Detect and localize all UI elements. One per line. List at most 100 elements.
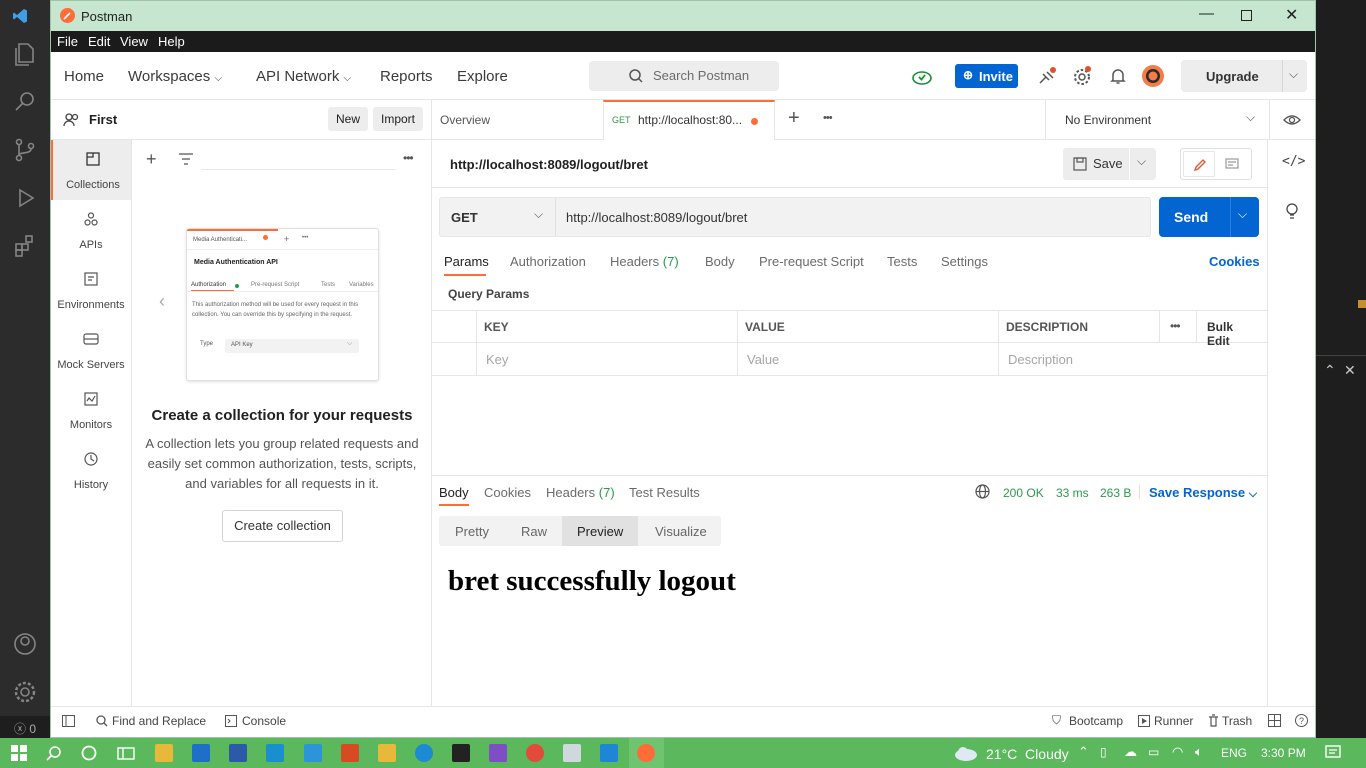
visual-studio-icon[interactable] <box>489 744 507 762</box>
rail-history[interactable]: History <box>51 440 131 500</box>
tab-settings[interactable]: Settings <box>941 254 988 269</box>
rail-collections[interactable]: Collections <box>51 140 131 200</box>
upgrade-button[interactable]: Upgrade ⌵ <box>1181 60 1307 92</box>
layout-icon[interactable] <box>1268 714 1281 727</box>
run-debug-icon[interactable] <box>11 184 39 212</box>
clock[interactable]: 3:30 PM <box>1261 746 1306 760</box>
trash-button[interactable]: Trash <box>1222 714 1252 728</box>
search-icon[interactable] <box>46 745 62 761</box>
tab-body[interactable]: Body <box>705 254 735 269</box>
nav-reports[interactable]: Reports <box>380 68 433 85</box>
menu-view[interactable]: View <box>120 34 148 49</box>
notifications-icon[interactable] <box>1325 745 1341 761</box>
wifi-icon[interactable]: ◠ <box>1172 744 1183 760</box>
chevron-down-icon[interactable]: ⌵ <box>1289 67 1298 82</box>
search-box[interactable]: Search Postman <box>589 61 779 91</box>
windows-start-icon[interactable] <box>11 745 27 761</box>
rail-monitors[interactable]: Monitors <box>51 380 131 440</box>
view-visualize[interactable]: Visualize <box>655 524 707 539</box>
menu-help[interactable]: Help <box>158 34 185 49</box>
explorer-icon[interactable] <box>11 40 39 68</box>
chevron-left-icon[interactable]: ‹ <box>159 291 165 312</box>
edge-browser-icon[interactable] <box>415 744 433 762</box>
pycharm-icon[interactable] <box>452 744 470 762</box>
response-tab-body[interactable]: Body <box>439 485 469 500</box>
send-button[interactable]: Send ⌵ <box>1159 197 1259 237</box>
app-icon[interactable] <box>266 744 284 762</box>
save-options-button[interactable]: ⌵ <box>1130 148 1156 180</box>
import-button[interactable]: Import <box>373 107 423 131</box>
environment-select[interactable]: No Environment <box>1065 113 1151 127</box>
response-time[interactable]: 33 ms <box>1056 486 1089 500</box>
source-control-icon[interactable] <box>11 136 39 164</box>
close-window-button[interactable]: ✕ <box>1285 5 1298 25</box>
avatar[interactable] <box>1142 65 1164 87</box>
more-options-icon[interactable]: ••• <box>403 151 414 165</box>
chevron-down-icon[interactable]: ⌵ <box>1246 110 1255 125</box>
problems-count[interactable]: ⓧ 0 <box>14 720 36 737</box>
response-size[interactable]: 263 B <box>1100 486 1131 500</box>
filter-icon[interactable] <box>179 153 193 165</box>
volume-icon[interactable]: 🔈︎ <box>1195 744 1203 760</box>
collection-search-input[interactable] <box>201 150 395 170</box>
menu-file[interactable]: File <box>57 34 78 49</box>
minimize-button[interactable]: — <box>1199 5 1214 22</box>
cloud-sync-icon[interactable] <box>911 66 933 86</box>
notepad-icon[interactable] <box>563 744 581 762</box>
settings-gear-icon[interactable] <box>11 678 39 706</box>
new-tab-icon[interactable]: + <box>788 107 800 130</box>
tab-active-request[interactable]: GET http://localhost:80... <box>603 100 775 140</box>
bulk-edit-button[interactable]: Bulk Edit <box>1197 310 1267 348</box>
method-select[interactable]: GET <box>451 210 478 225</box>
onedrive-icon[interactable]: ☁ <box>1124 744 1137 760</box>
key-input[interactable]: Key <box>477 343 738 376</box>
chevron-up-icon[interactable]: ⌃ <box>1324 362 1336 379</box>
lightbulb-icon[interactable] <box>1284 202 1300 220</box>
chevron-up-icon[interactable]: ⌃ <box>1078 744 1089 760</box>
console-button[interactable]: Console <box>242 714 286 728</box>
add-collection-icon[interactable]: + <box>146 149 157 170</box>
view-raw[interactable]: Raw <box>521 524 547 539</box>
cortana-icon[interactable] <box>81 745 97 761</box>
maximize-button[interactable] <box>1241 10 1252 21</box>
rail-apis[interactable]: APIs <box>51 200 131 260</box>
save-response-button[interactable]: Save Response ⌵ <box>1149 485 1257 501</box>
response-tab-cookies[interactable]: Cookies <box>484 485 531 500</box>
globe-icon[interactable] <box>975 484 990 499</box>
nav-explore[interactable]: Explore <box>457 68 508 85</box>
edit-docs-button[interactable] <box>1183 151 1215 177</box>
row-checkbox[interactable] <box>432 343 477 376</box>
extensions-icon[interactable] <box>11 232 39 260</box>
menu-edit[interactable]: Edit <box>88 34 110 49</box>
nav-workspaces[interactable]: Workspaces ⌵ <box>128 68 222 85</box>
sidebar-toggle-icon[interactable] <box>62 715 75 727</box>
rail-environments[interactable]: Environments <box>51 260 131 320</box>
view-pretty[interactable]: Pretty <box>455 524 489 539</box>
bell-icon[interactable] <box>1109 67 1127 85</box>
postman-taskbar-item[interactable] <box>629 738 664 768</box>
find-replace-button[interactable]: Find and Replace <box>112 714 206 728</box>
app-l-icon[interactable] <box>304 744 322 762</box>
runner-button[interactable]: Runner <box>1154 714 1193 728</box>
tray-icon[interactable]: ▯ <box>1100 745 1107 759</box>
code-icon[interactable]: </> <box>1282 154 1305 169</box>
mail-app-icon[interactable] <box>192 744 210 762</box>
save-button[interactable]: Save <box>1063 148 1129 180</box>
search-icon[interactable] <box>11 88 39 116</box>
rail-mock-servers[interactable]: Mock Servers <box>51 320 131 380</box>
store-app-icon[interactable] <box>155 744 173 762</box>
url-input[interactable]: http://localhost:8089/logout/bret <box>566 210 747 225</box>
chevron-down-icon[interactable]: ⌵ <box>534 207 543 222</box>
weather-text[interactable]: 21°C Cloudy <box>986 746 1069 762</box>
response-tab-headers[interactable]: Headers (7) <box>546 485 615 500</box>
battery-icon[interactable]: ▭ <box>1148 745 1159 759</box>
status-badge[interactable]: 200 OK <box>1003 486 1044 500</box>
invite-button[interactable]: ⊕ Invite <box>955 64 1018 88</box>
new-button[interactable]: New <box>328 107 368 131</box>
tab-overview[interactable]: Overview <box>440 113 490 127</box>
chevron-down-icon[interactable]: ⌵ <box>1238 207 1247 222</box>
response-tab-test-results[interactable]: Test Results <box>629 485 700 500</box>
office-app-icon[interactable] <box>341 744 359 762</box>
tab-pre-request-script[interactable]: Pre-request Script <box>759 254 864 269</box>
tab-tests[interactable]: Tests <box>887 254 917 269</box>
